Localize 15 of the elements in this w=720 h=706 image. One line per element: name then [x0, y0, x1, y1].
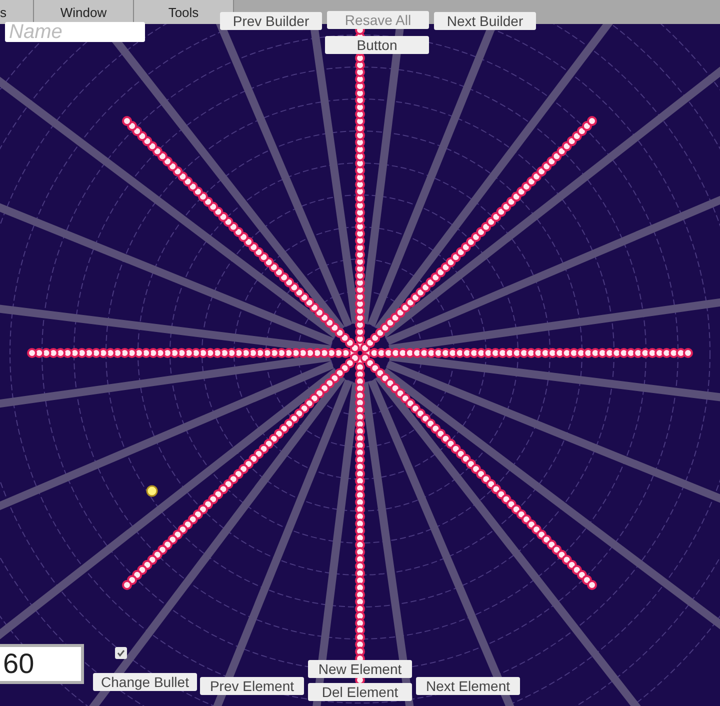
generic-button[interactable]: Button — [325, 36, 429, 54]
element-button[interactable]: Prev Element — [200, 677, 304, 695]
name-field[interactable]: Name — [5, 22, 145, 42]
checkbox[interactable] — [115, 647, 127, 659]
menu-item[interactable]: Tools — [134, 0, 234, 24]
element-button[interactable]: New Element — [308, 660, 412, 678]
element-button[interactable]: Del Element — [308, 683, 412, 701]
builder-button[interactable]: Prev Builder — [220, 12, 322, 30]
element-button[interactable]: Next Element — [416, 677, 520, 695]
menu-item[interactable]: Window — [34, 0, 134, 24]
element-button[interactable]: Change Bullet — [93, 673, 197, 691]
number-field[interactable]: 60 — [0, 644, 84, 684]
orb-icon — [146, 485, 158, 497]
menu-item[interactable]: s — [0, 0, 34, 24]
builder-button[interactable]: Next Builder — [434, 12, 536, 30]
